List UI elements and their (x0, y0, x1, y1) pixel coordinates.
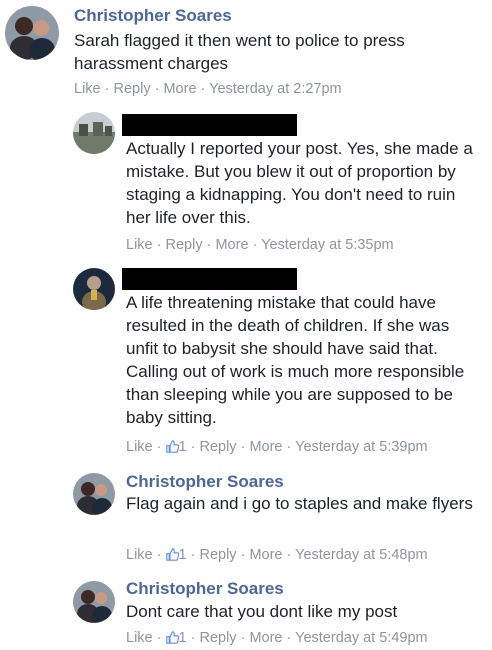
reply-link[interactable]: Reply (199, 439, 236, 455)
like-link[interactable]: Like (74, 81, 101, 97)
separator: · (286, 630, 296, 646)
separator: · (286, 439, 296, 455)
comment-author[interactable]: Christopher Soares (126, 579, 284, 599)
comment-actions: Like · Reply · More · Yesterday at 5:35p… (126, 237, 394, 253)
comment-text: Actually I reported your post. Yes, she … (126, 139, 473, 227)
redacted-author-name (122, 268, 297, 290)
more-link[interactable]: More (249, 439, 282, 455)
more-link[interactable]: More (249, 547, 282, 563)
comment-text: Dont care that you dont like my post (126, 602, 398, 621)
more-link[interactable]: More (163, 81, 196, 97)
thumbs-up-icon (165, 631, 179, 648)
comment-actions: Like · 1 · Reply · More · Yesterday at 5… (126, 547, 428, 565)
comment: Actually I reported your post. Yes, she … (0, 100, 492, 260)
avatar[interactable] (73, 112, 115, 154)
couple-photo-icon (73, 581, 115, 623)
reply-link[interactable]: Reply (199, 547, 236, 563)
timestamp[interactable]: Yesterday at 2:27pm (209, 81, 341, 97)
redacted-author-name (122, 114, 297, 136)
comment: Christopher Soares Flag again and i go t… (0, 465, 492, 573)
comment-actions: Like · 1 · Reply · More · Yesterday at 5… (126, 630, 428, 648)
timestamp[interactable]: Yesterday at 5:35pm (261, 237, 393, 253)
comment-text: A life threatening mistake that could ha… (126, 293, 465, 427)
like-count[interactable]: 1 (179, 439, 187, 455)
comment-author[interactable]: Christopher Soares (126, 472, 284, 492)
timestamp[interactable]: Yesterday at 5:49pm (295, 630, 427, 646)
more-link[interactable]: More (249, 630, 282, 646)
separator: · (156, 439, 166, 455)
person-photo-icon (73, 268, 115, 310)
comment-actions: Like · 1 · Reply · More · Yesterday at 5… (126, 439, 428, 457)
like-count[interactable]: 1 (179, 630, 187, 646)
comment-text: Sarah flagged it then went to police to … (74, 31, 405, 73)
like-count[interactable]: 1 (179, 547, 187, 563)
more-link[interactable]: More (215, 237, 248, 253)
avatar[interactable] (73, 581, 115, 623)
timestamp[interactable]: Yesterday at 5:48pm (295, 547, 427, 563)
comment-author[interactable]: Christopher Soares (74, 6, 232, 26)
like-link[interactable]: Like (126, 439, 153, 455)
separator: · (286, 547, 296, 563)
avatar[interactable] (5, 6, 59, 60)
thumbs-up-icon (165, 548, 179, 565)
comment: Christopher Soares Sarah flagged it then… (0, 0, 492, 100)
separator: · (200, 81, 210, 97)
avatar[interactable] (73, 473, 115, 515)
couple-photo-icon (5, 6, 59, 60)
timestamp[interactable]: Yesterday at 5:39pm (295, 439, 427, 455)
separator: · (156, 237, 166, 253)
comment-text: Flag again and i go to staples and make … (126, 494, 473, 513)
comment: Christopher Soares Dont care that you do… (0, 573, 492, 650)
separator: · (104, 81, 114, 97)
separator: · (156, 630, 166, 646)
separator: · (156, 547, 166, 563)
landscape-photo-icon (73, 112, 115, 154)
thumbs-up-icon (165, 440, 179, 457)
reply-link[interactable]: Reply (199, 630, 236, 646)
separator: · (252, 237, 262, 253)
comment-actions: Like · Reply · More · Yesterday at 2:27p… (74, 81, 342, 97)
like-link[interactable]: Like (126, 237, 153, 253)
like-link[interactable]: Like (126, 630, 153, 646)
like-link[interactable]: Like (126, 547, 153, 563)
reply-link[interactable]: Reply (114, 81, 151, 97)
couple-photo-icon (73, 473, 115, 515)
reply-link[interactable]: Reply (166, 237, 203, 253)
avatar[interactable] (73, 268, 115, 310)
comment: A life threatening mistake that could ha… (0, 260, 492, 465)
